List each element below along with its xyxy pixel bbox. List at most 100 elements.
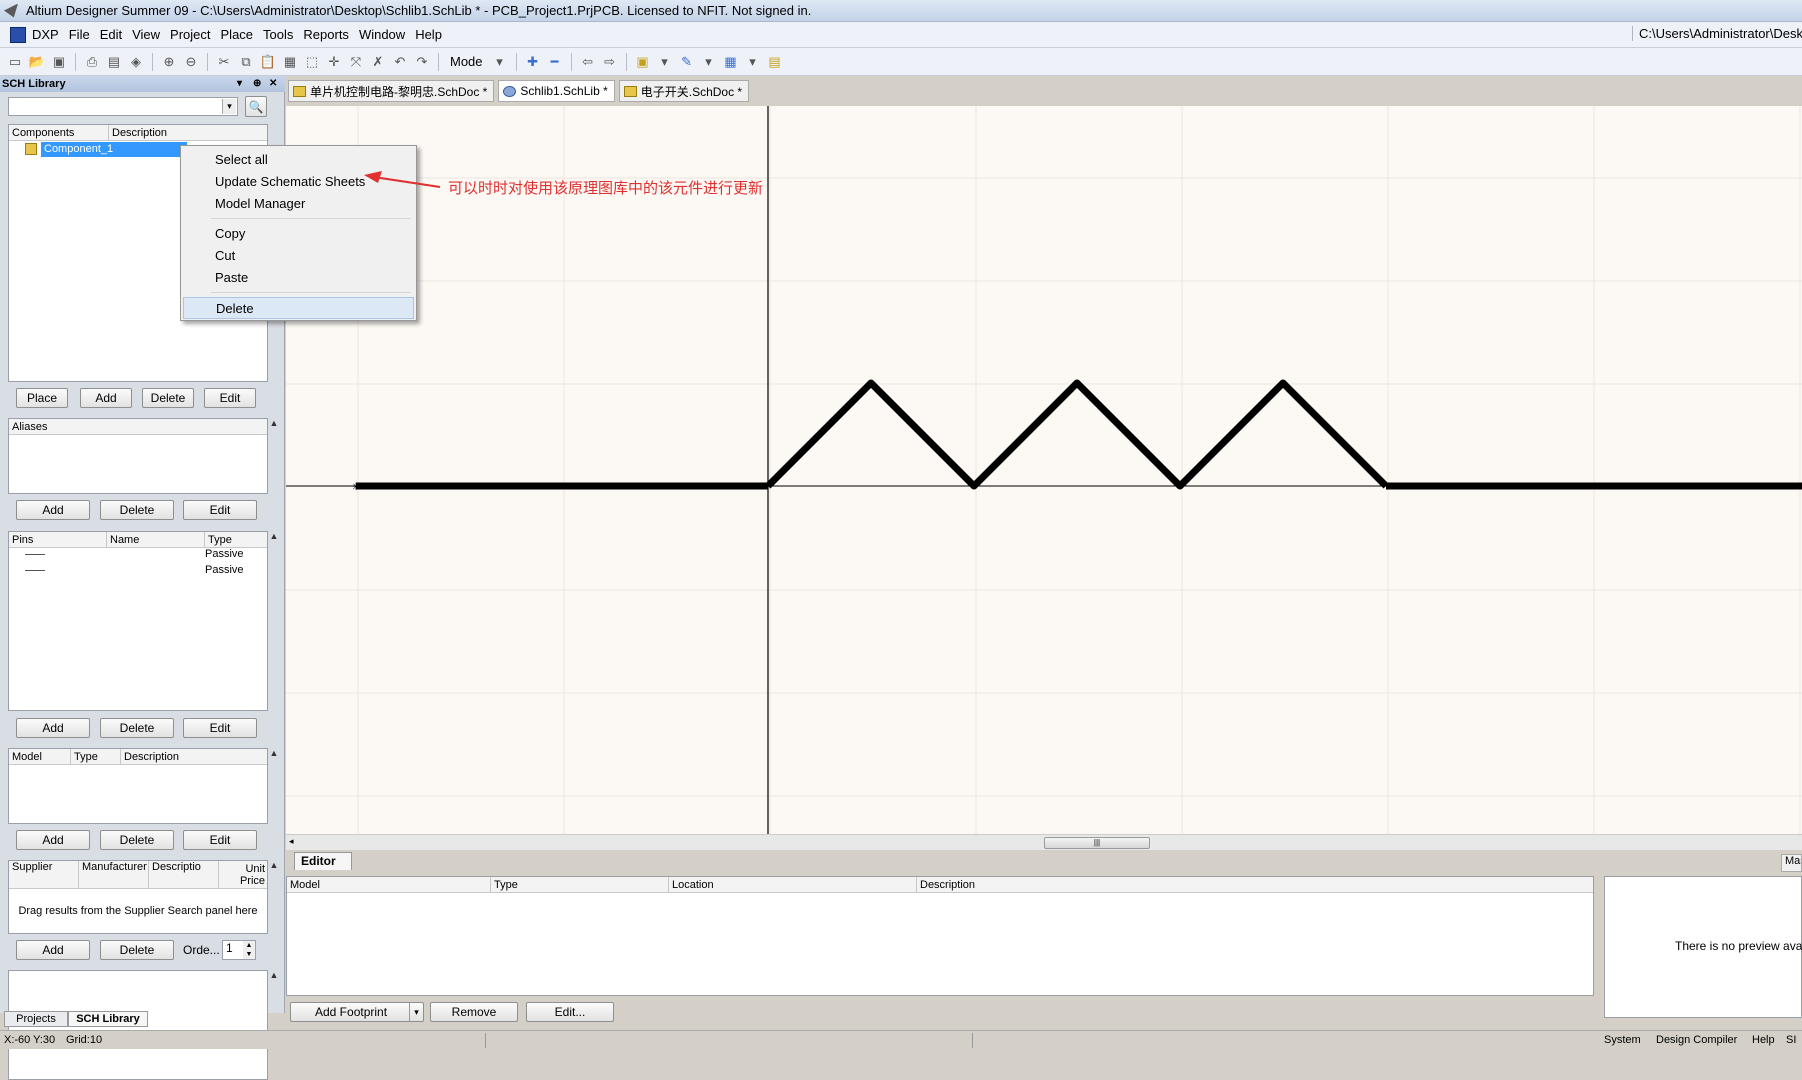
chevron-down-icon[interactable]: ▾ <box>656 53 674 71</box>
add-pin-button[interactable]: Add <box>16 718 90 738</box>
col-description[interactable]: Description <box>917 877 1593 892</box>
tab-schlib[interactable]: Schlib1.SchLib * <box>498 80 615 102</box>
scroll-thumb[interactable]: ||| <box>1044 837 1150 849</box>
panel-help[interactable]: Help <box>1752 1034 1775 1046</box>
menu-dxp[interactable]: DXP <box>32 27 69 42</box>
drawing-tools-icon[interactable]: ✎ <box>678 53 696 71</box>
add-supplier-button[interactable]: Add <box>16 940 90 960</box>
menu-paste[interactable]: Paste <box>183 267 414 289</box>
select-cross-icon[interactable]: ⤧ <box>347 53 365 71</box>
col-aliases[interactable]: Aliases <box>9 419 267 434</box>
col-model[interactable]: Model <box>9 749 71 764</box>
col-supplier[interactable]: Supplier <box>9 861 79 888</box>
scroll-left-icon[interactable]: ◂ <box>289 836 294 847</box>
undo-icon[interactable]: ↶ <box>391 53 409 71</box>
chevron-down-icon[interactable]: ▾ <box>700 53 718 71</box>
chevron-down-icon[interactable]: ▾ <box>744 53 762 71</box>
edit-model-button[interactable]: Edit <box>183 830 257 850</box>
cut-icon[interactable]: ✂ <box>215 53 233 71</box>
menu-model-manager[interactable]: Model Manager <box>183 193 414 215</box>
zoom-in-icon[interactable]: ⊕ <box>160 53 178 71</box>
delete-model-button[interactable]: Delete <box>100 830 174 850</box>
zoom-out-icon[interactable]: ⊖ <box>182 53 200 71</box>
collapse-icon[interactable]: ▲ <box>268 748 280 760</box>
horizontal-scrollbar[interactable]: ◂ ||| <box>286 834 1802 850</box>
col-model[interactable]: Model <box>287 877 491 892</box>
table-row[interactable]: Passive <box>205 548 244 560</box>
filter-input[interactable]: ▾ <box>8 97 238 116</box>
print-preview-icon[interactable]: ▤ <box>105 53 123 71</box>
select-area-icon[interactable]: ⬚ <box>303 53 321 71</box>
tab-editor[interactable]: Editor <box>294 852 352 870</box>
dxp-icon[interactable] <box>10 26 26 43</box>
footprint-models-table[interactable]: Model Type Location Description <box>286 876 1594 996</box>
menu-reports[interactable]: Reports <box>303 27 359 42</box>
delete-alias-button[interactable]: Delete <box>100 500 174 520</box>
col-descriptio[interactable]: Descriptio <box>149 861 219 888</box>
remove-button[interactable]: Remove <box>430 1002 518 1022</box>
new-document-icon[interactable]: ▭ <box>6 53 24 71</box>
save-icon[interactable]: ▣ <box>50 53 68 71</box>
col-location[interactable]: Location <box>669 877 917 892</box>
resistor-zigzag[interactable] <box>765 379 1389 490</box>
delete-component-button[interactable]: Delete <box>142 388 194 408</box>
panel-menu-icon[interactable]: ▾ <box>237 76 242 92</box>
menu-copy[interactable]: Copy <box>183 223 414 245</box>
menu-place[interactable]: Place <box>221 27 264 42</box>
add-part-icon[interactable]: ✚ <box>524 53 542 71</box>
delete-supplier-button[interactable]: Delete <box>100 940 174 960</box>
tab-schdoc-1[interactable]: 单片机控制电路-黎明忠.SchDoc * <box>288 80 495 102</box>
grid-icon[interactable]: ▦ <box>722 53 740 71</box>
edit-alias-button[interactable]: Edit <box>183 500 257 520</box>
collapse-icon[interactable]: ▲ <box>268 970 280 982</box>
redo-icon[interactable]: ↷ <box>413 53 431 71</box>
add-component-button[interactable]: Add <box>80 388 132 408</box>
aliases-list[interactable]: Aliases <box>8 418 268 494</box>
col-description[interactable]: Description <box>109 125 267 140</box>
panel-si[interactable]: SI <box>1786 1034 1796 1046</box>
add-model-button[interactable]: Add <box>16 830 90 850</box>
edit-component-button[interactable]: Edit <box>204 388 256 408</box>
move-icon[interactable]: ✛ <box>325 53 343 71</box>
models-list[interactable]: Model Type Description <box>8 748 268 824</box>
pins-list[interactable]: Pins Name Type Passive Passive <box>8 531 268 711</box>
col-manufacturer[interactable]: Manufacturer <box>79 861 149 888</box>
panel-system[interactable]: System <box>1604 1034 1641 1046</box>
clear-selection-icon[interactable]: ✗ <box>369 53 387 71</box>
col-type[interactable]: Type <box>491 877 669 892</box>
list-item[interactable]: Component_1 <box>41 142 187 157</box>
search-icon[interactable]: 🔍 <box>245 96 267 117</box>
schematic-canvas[interactable]: ✳ <box>286 106 1802 834</box>
menu-delete[interactable]: Delete <box>183 297 414 319</box>
layers-icon[interactable]: ◈ <box>127 53 145 71</box>
open-folder-icon[interactable]: 📂 <box>28 53 46 71</box>
menu-help[interactable]: Help <box>415 27 452 42</box>
paste-icon[interactable]: 📋 <box>259 53 277 71</box>
model-manager-icon[interactable]: ▤ <box>766 53 784 71</box>
col-name[interactable]: Name <box>107 532 205 547</box>
collapse-icon[interactable]: ▲ <box>268 531 280 543</box>
tab-mask[interactable]: Mas <box>1781 854 1802 872</box>
stepper-arrows-icon[interactable]: ▲ ▼ <box>243 941 255 959</box>
menu-cut[interactable]: Cut <box>183 245 414 267</box>
menu-view[interactable]: View <box>132 27 170 42</box>
menu-file[interactable]: File <box>69 27 100 42</box>
place-button[interactable]: Place <box>16 388 68 408</box>
edit-footprint-button[interactable]: Edit... <box>526 1002 614 1022</box>
panel-design-compiler[interactable]: Design Compiler <box>1656 1034 1737 1046</box>
tab-sch-library[interactable]: SCH Library <box>68 1011 148 1027</box>
close-icon[interactable]: ✕ <box>269 76 277 92</box>
copy-icon[interactable]: ⧉ <box>237 53 255 71</box>
place-pin-icon[interactable]: ▣ <box>634 53 652 71</box>
tab-schdoc-2[interactable]: 电子开关.SchDoc * <box>618 80 750 102</box>
next-part-icon[interactable]: ⇨ <box>601 53 619 71</box>
menu-project[interactable]: Project <box>170 27 220 42</box>
menu-window[interactable]: Window <box>359 27 415 42</box>
menu-edit[interactable]: Edit <box>100 27 132 42</box>
chevron-down-icon[interactable]: ▾ <box>491 53 509 71</box>
collapse-icon[interactable]: ▲ <box>268 860 280 872</box>
mode-dropdown[interactable]: Mode <box>446 54 487 69</box>
rubber-stamp-icon[interactable]: ▦ <box>281 53 299 71</box>
col-pins[interactable]: Pins <box>9 532 107 547</box>
collapse-icon[interactable]: ▲ <box>268 418 280 430</box>
